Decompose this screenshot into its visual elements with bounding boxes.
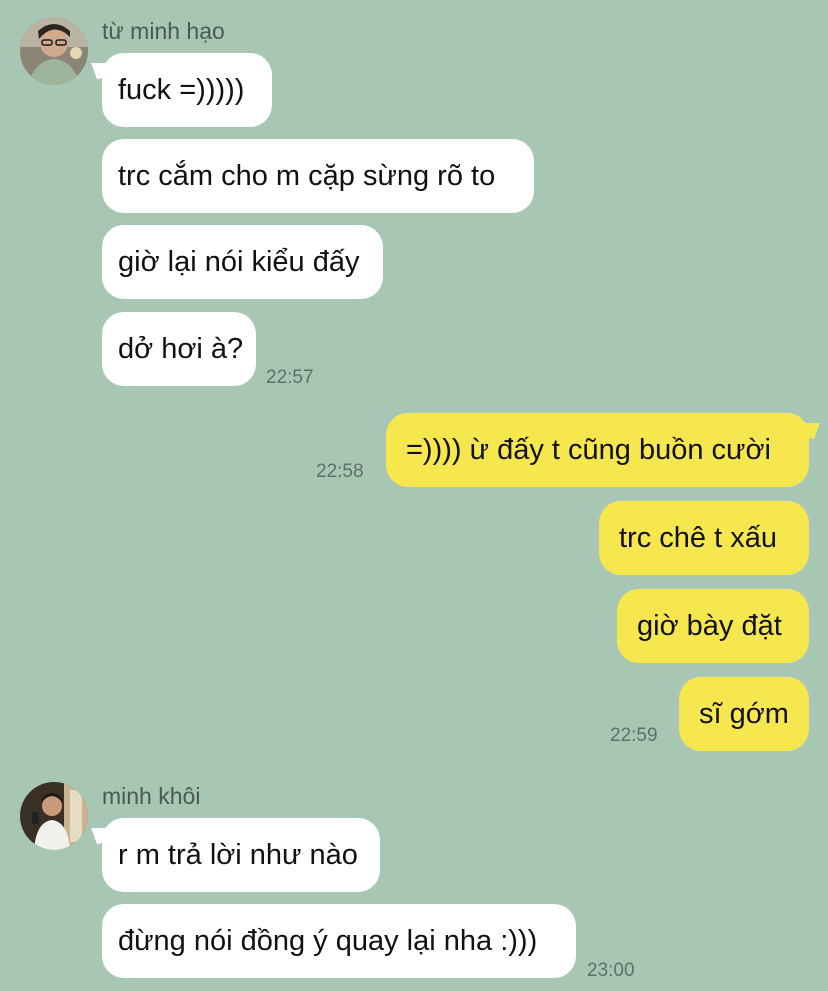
message-text: r m trả lời như nào	[118, 838, 358, 871]
message-text: dở hơi à?	[118, 332, 244, 365]
message-bubble-outgoing[interactable]: sĩ gớm	[679, 677, 809, 751]
message-text: fuck =)))))	[118, 73, 245, 106]
message-bubble-outgoing[interactable]: =)))) ừ đấy t cũng buồn cười	[386, 413, 809, 487]
message-text: trc cắm cho m cặp sừng rõ to	[118, 159, 496, 192]
message-bubble-outgoing[interactable]: trc chê t xấu	[599, 501, 809, 575]
avatar-minh-khoi[interactable]	[20, 782, 88, 850]
message-bubble-incoming[interactable]: fuck =)))))	[102, 53, 272, 127]
message-timestamp: 23:00	[587, 960, 635, 981]
sender-name: từ minh hạo	[102, 18, 225, 44]
message-text: =)))) ừ đấy t cũng buồn cười	[406, 433, 771, 466]
message-timestamp: 22:59	[610, 725, 658, 746]
avatar-photo-icon	[20, 782, 88, 850]
message-bubble-incoming[interactable]: r m trả lời như nào	[102, 818, 380, 892]
message-text: giờ lại nói kiểu đấy	[118, 245, 360, 278]
sender-name: minh khôi	[102, 783, 201, 809]
message-text: trc chê t xấu	[619, 521, 777, 554]
message-bubble-incoming[interactable]: trc cắm cho m cặp sừng rõ to	[102, 139, 534, 213]
message-timestamp: 22:57	[266, 367, 314, 388]
message-timestamp: 22:58	[316, 461, 364, 482]
message-bubble-outgoing[interactable]: giờ bày đặt	[617, 589, 809, 663]
message-text: đừng nói đồng ý quay lại nha :)))	[118, 924, 538, 957]
message-bubble-incoming[interactable]: giờ lại nói kiểu đấy	[102, 225, 383, 299]
message-text: sĩ gớm	[699, 697, 789, 730]
message-bubble-incoming[interactable]: dở hơi à?	[102, 312, 256, 386]
avatar-tu-minh-hao[interactable]	[20, 17, 88, 85]
message-bubble-incoming[interactable]: đừng nói đồng ý quay lại nha :)))	[102, 904, 576, 978]
message-text: giờ bày đặt	[637, 609, 782, 642]
avatar-photo-icon	[20, 17, 88, 85]
